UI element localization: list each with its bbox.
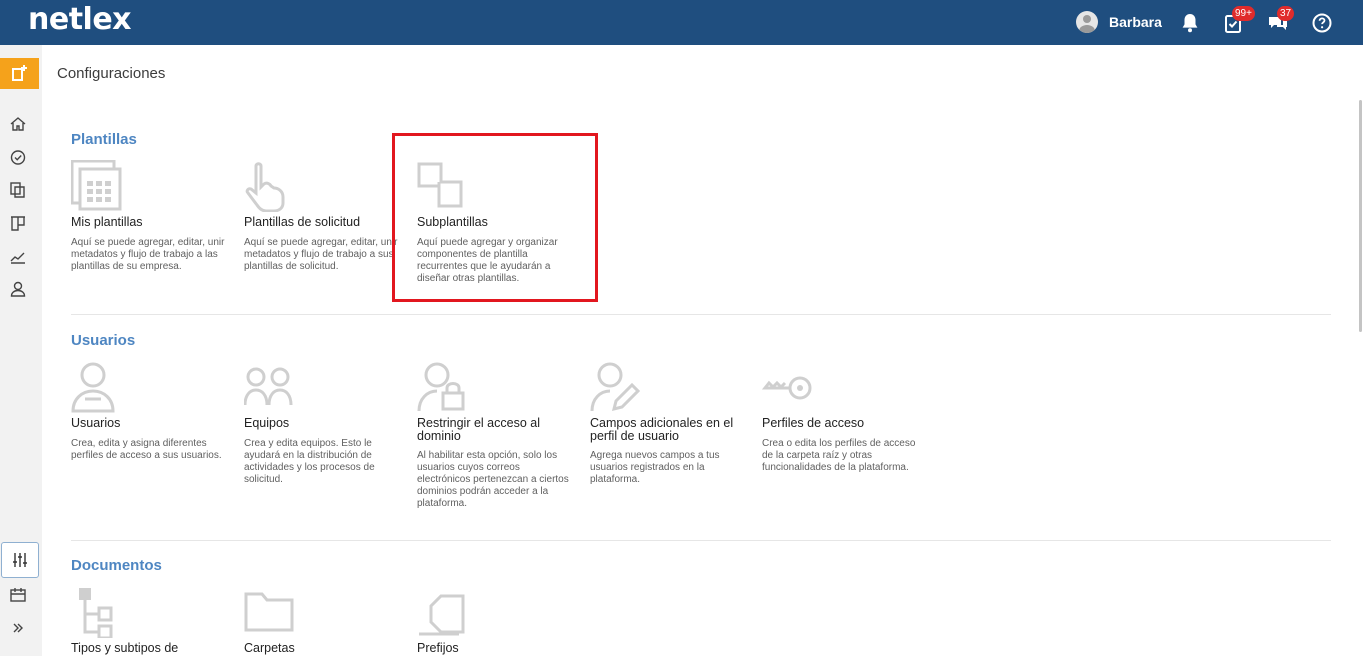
section-divider (71, 540, 1331, 541)
card-description: Aquí se puede agregar, editar, unir meta… (244, 237, 398, 272)
card-title: Tipos y subtipos de (71, 641, 179, 655)
user-name: Barbara (1109, 14, 1162, 30)
card-description: Aquí se puede agregar, editar, unir meta… (71, 237, 225, 272)
page-title: Configuraciones (57, 65, 166, 82)
card-description: Al habilitar esta opción, solo los usuar… (417, 450, 569, 509)
board-icon[interactable] (9, 214, 27, 232)
settings-sliders-icon (13, 553, 27, 567)
template-grid-icon (71, 160, 122, 211)
user-lock-icon (417, 362, 465, 412)
hierarchy-tree-icon (79, 588, 113, 638)
card-description: Crea y edita equipos. Esto le ayudará en… (244, 438, 375, 485)
user-edit-icon (590, 362, 641, 412)
key-icon (762, 376, 812, 400)
folder-icon (244, 592, 294, 632)
chart-icon[interactable] (9, 247, 27, 265)
calendar-icon[interactable] (9, 586, 27, 604)
expand-icon[interactable] (9, 619, 27, 637)
scrollbar[interactable] (1359, 100, 1362, 332)
sidebar (0, 45, 42, 656)
new-item-button[interactable] (0, 58, 39, 89)
card-title: Plantillas de solicitud (244, 215, 361, 229)
documents-icon[interactable] (9, 181, 27, 199)
card-description: Agrega nuevos campos a tus usuarios regi… (590, 450, 720, 485)
tasks-icon[interactable] (9, 148, 27, 166)
section-title-documentos: Documentos (71, 557, 162, 574)
document-prefix-icon (419, 594, 465, 636)
netlex-logo[interactable]: netlex (28, 2, 132, 37)
card-description: Crea o edita los perfiles de acceso de l… (762, 438, 916, 473)
new-icon (12, 65, 27, 81)
top-bar: netlex Barbara 99+ 37 (0, 0, 1363, 45)
card-title: Perfiles de acceso (762, 416, 865, 430)
tasks-badge: 99+ (1232, 6, 1255, 21)
card-title: Restringir el acceso al dominio (417, 416, 540, 443)
card-title: Carpetas (244, 641, 295, 655)
card-title: Usuarios (71, 416, 121, 430)
highlight-box (392, 133, 598, 302)
user-menu[interactable]: Barbara (1076, 11, 1162, 33)
team-icon (244, 367, 293, 406)
section-title-usuarios: Usuarios (71, 332, 136, 349)
card-description: Crea, edita y asigna diferentes perfiles… (71, 438, 222, 461)
pointer-hand-icon (245, 162, 285, 212)
help-icon[interactable] (1310, 11, 1334, 35)
user-icon[interactable] (9, 280, 27, 298)
bell-icon[interactable] (1178, 11, 1202, 35)
card-title: Mis plantillas (71, 215, 143, 229)
home-icon[interactable] (9, 115, 27, 133)
section-divider (71, 314, 1331, 315)
avatar (1076, 11, 1098, 33)
card-title: Campos adicionales en el perfil de usuar… (590, 416, 734, 443)
card-title: Prefijos (417, 641, 459, 655)
user-profile-icon (71, 362, 115, 413)
settings-nav-item[interactable] (1, 542, 39, 578)
card-title: Equipos (244, 416, 290, 430)
messages-badge: 37 (1277, 6, 1295, 21)
section-title-plantillas: Plantillas (71, 131, 137, 148)
